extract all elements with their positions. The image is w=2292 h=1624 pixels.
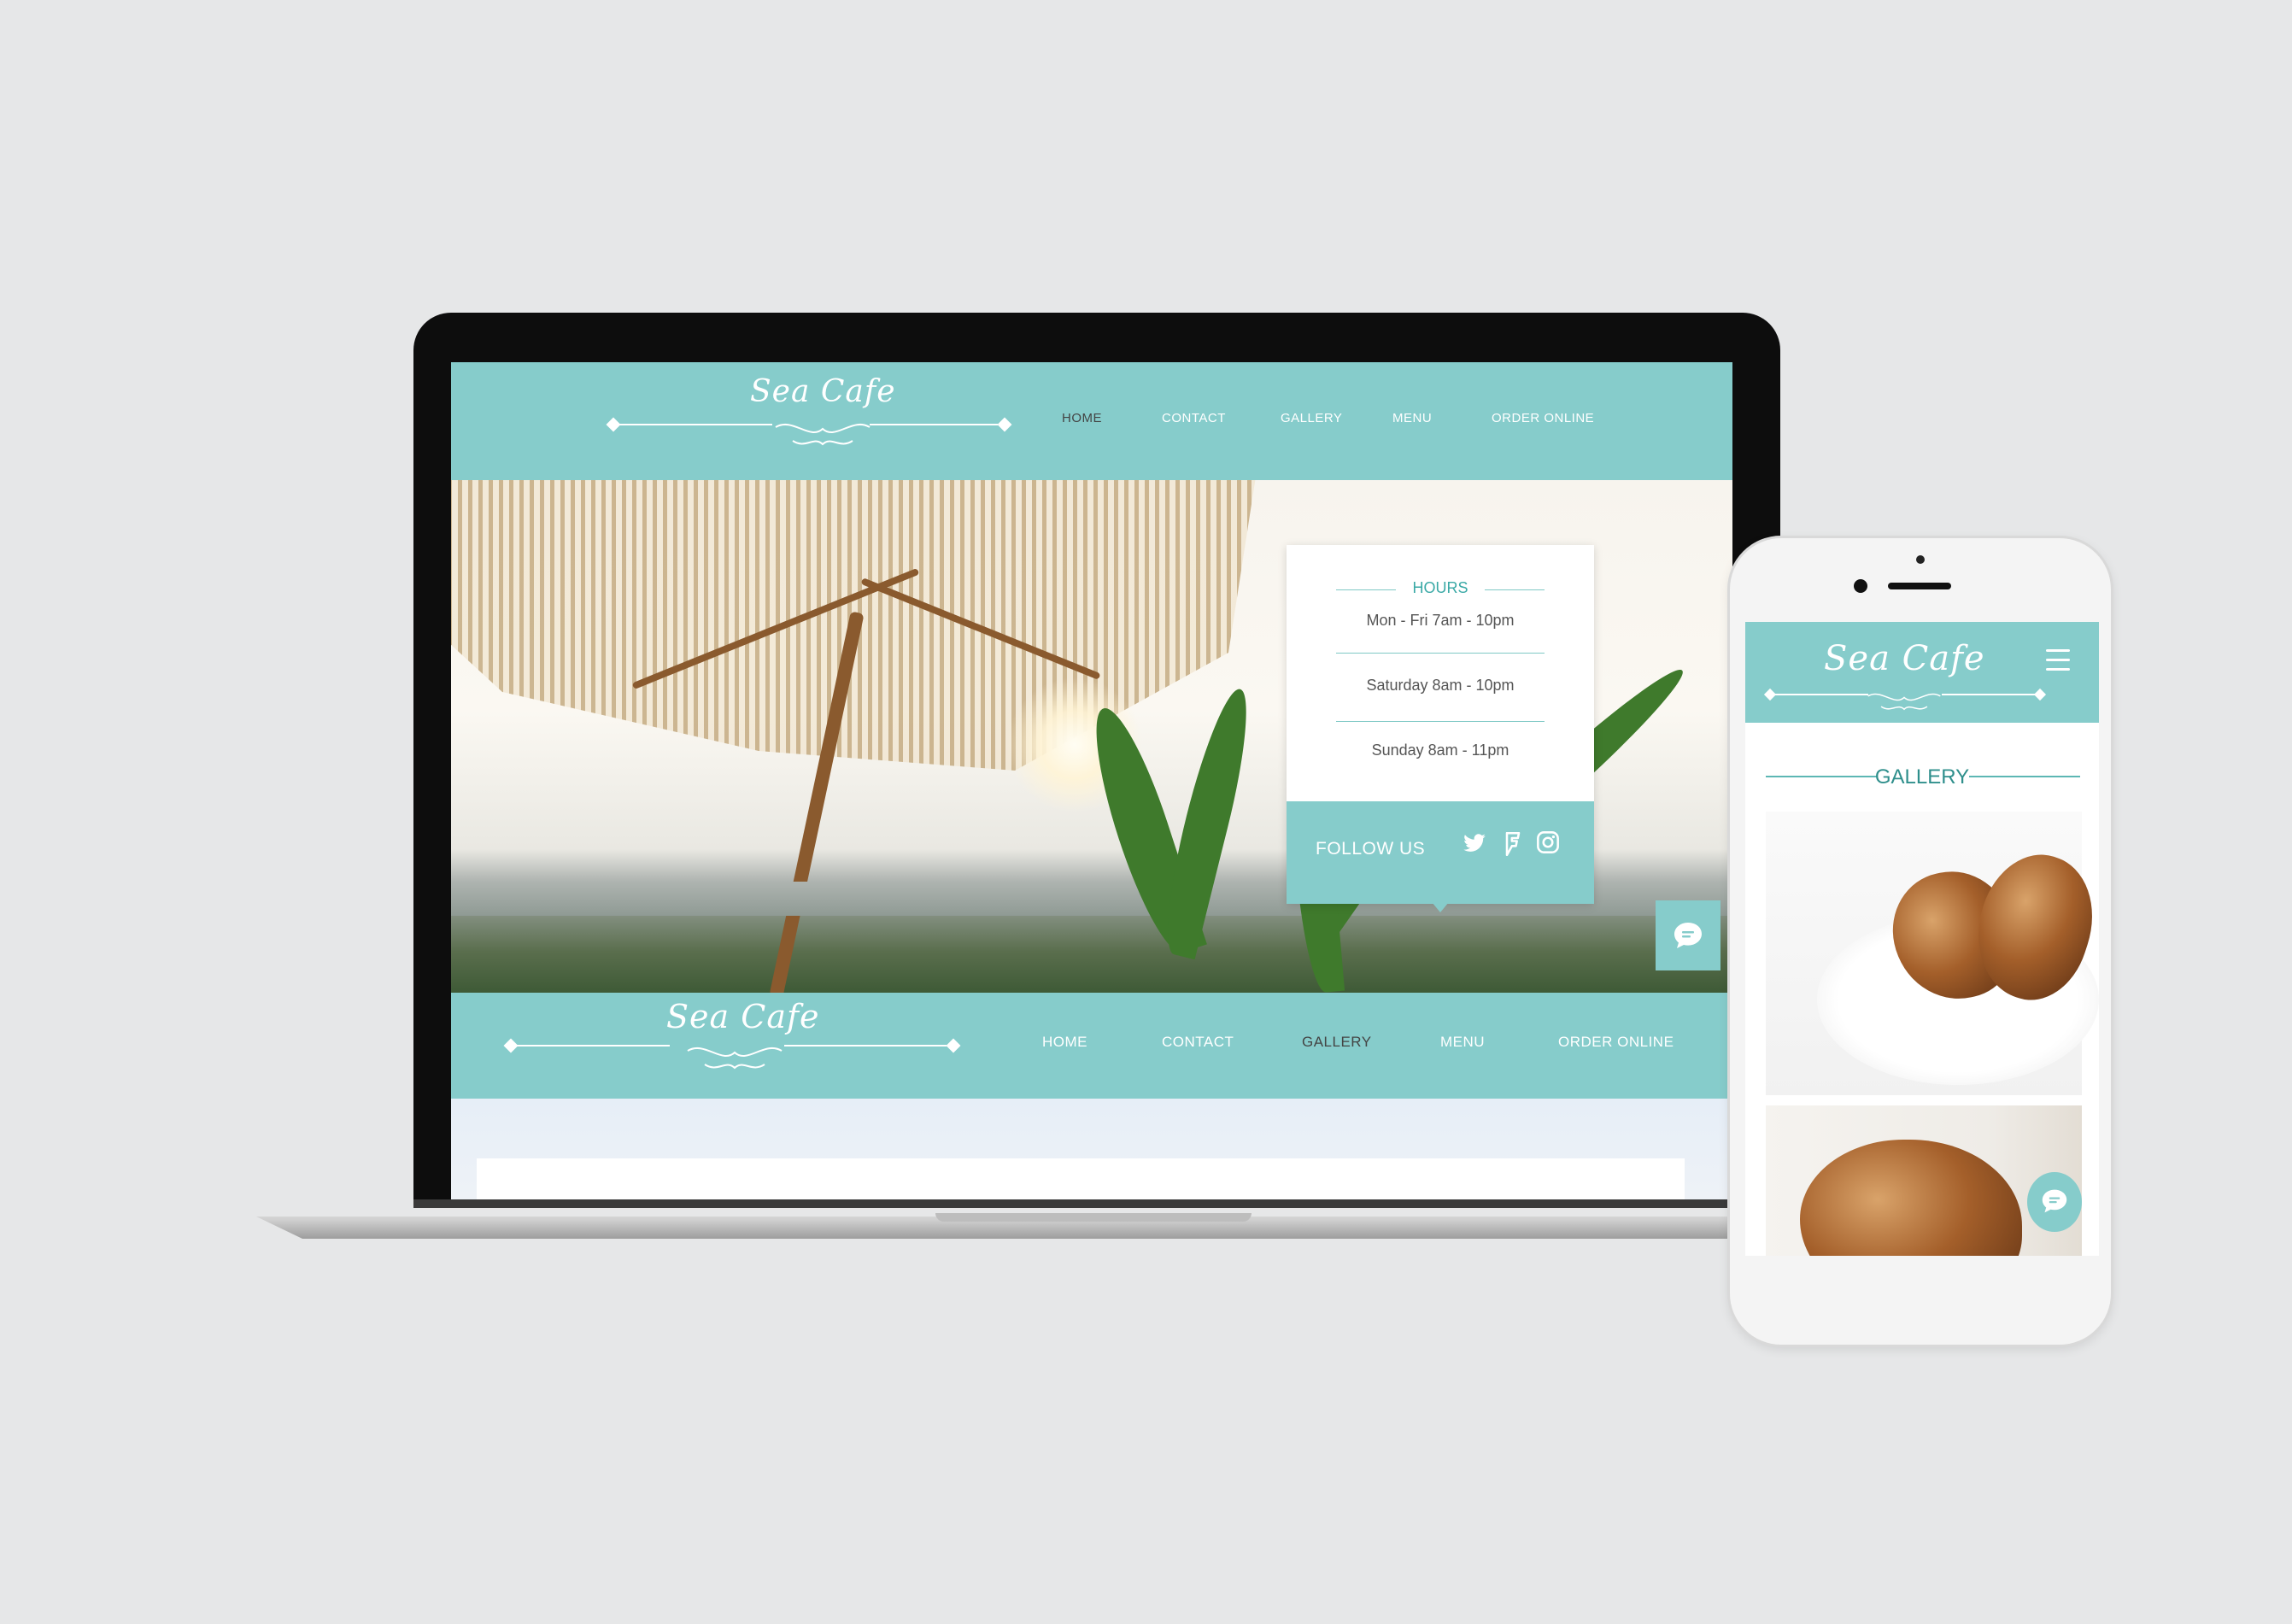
follow-us-label: FOLLOW US [1316, 839, 1426, 859]
laptop-hinge [413, 1199, 1780, 1208]
sticky-nav-home[interactable]: HOME [1042, 1034, 1087, 1051]
chat-bubble-icon [1674, 923, 1702, 948]
follow-bar-pointer [1432, 902, 1449, 912]
flourish-ornament [1867, 693, 1941, 711]
hours-divider [1336, 721, 1545, 722]
palm-leaf [1153, 683, 1261, 960]
mobile-website: Sea Cafe GALLERY [1745, 622, 2099, 1256]
laptop-base [256, 1217, 1794, 1239]
hours-card: HOURS Mon - Fri 7am - 10pm Saturday 8am … [1287, 545, 1594, 912]
chat-bubble-icon [2042, 1189, 2067, 1213]
hours-rule-right [1485, 589, 1545, 590]
nav-home[interactable]: HOME [1062, 411, 1102, 425]
nav-menu[interactable]: MENU [1392, 411, 1432, 425]
sticky-nav-gallery[interactable]: GALLERY [1302, 1034, 1372, 1051]
phone-speaker [1888, 583, 1951, 589]
flourish-left-line [618, 424, 772, 425]
site-logo[interactable]: Sea Cafe [750, 374, 896, 409]
hours-weekdays: Mon - Fri 7am - 10pm [1366, 612, 1515, 629]
content-card [477, 1158, 1685, 1199]
flourish-left-line [516, 1045, 670, 1047]
twitter-icon[interactable] [1463, 834, 1486, 854]
sticky-logo[interactable]: Sea Cafe [666, 998, 820, 1035]
laptop-notch [935, 1213, 1252, 1222]
gallery-title: GALLERY [1874, 765, 1970, 789]
hours-sunday: Sunday 8am - 11pm [1371, 742, 1509, 759]
flourish-right-end [2033, 688, 2047, 701]
foursquare-icon[interactable] [1504, 832, 1522, 856]
sticky-nav-menu[interactable]: MENU [1440, 1034, 1485, 1051]
flourish-right-line [1942, 694, 2036, 695]
nav-contact[interactable]: CONTACT [1162, 411, 1226, 425]
sticky-nav-order-online[interactable]: ORDER ONLINE [1558, 1034, 1674, 1051]
mobile-header: Sea Cafe [1745, 622, 2099, 723]
site-header: Sea Cafe HOME CONTACT GALLERY MENU ORDER… [451, 362, 1732, 480]
sticky-header: Sea Cafe HOME CONTACT GALLERY MENU ORDER… [451, 993, 1732, 1099]
flourish-right-end [997, 417, 1012, 432]
nav-order-online[interactable]: ORDER ONLINE [1492, 411, 1594, 425]
nav-gallery[interactable]: GALLERY [1281, 411, 1342, 425]
flourish-ornament [775, 424, 870, 446]
follow-us-bar: FOLLOW US [1287, 801, 1594, 912]
flourish-ornament [687, 1047, 783, 1070]
sticky-nav-contact[interactable]: CONTACT [1162, 1034, 1234, 1051]
hours-saturday: Saturday 8am - 10pm [1366, 677, 1515, 694]
flourish-left-line [1774, 694, 1868, 695]
chat-button[interactable] [1656, 900, 1720, 970]
flourish-right-line [870, 424, 998, 425]
flourish-right-line [784, 1045, 947, 1047]
hours-title: HOURS [1412, 579, 1468, 596]
hours-divider [1336, 653, 1545, 654]
desktop-website: Sea Cafe HOME CONTACT GALLERY MENU ORDER… [451, 362, 1732, 1199]
phone-sensor [1916, 555, 1925, 564]
pastry [1800, 1140, 2022, 1256]
gallery-rule-right [1969, 776, 2080, 777]
flourish-right-end [946, 1038, 961, 1053]
hamburger-icon[interactable] [2046, 649, 2070, 675]
mobile-logo[interactable]: Sea Cafe [1824, 639, 1985, 678]
instagram-icon[interactable] [1536, 830, 1560, 854]
gallery-image[interactable] [1766, 812, 2099, 1095]
phone-camera [1854, 579, 1867, 593]
mobile-chat-button[interactable] [2027, 1172, 2082, 1232]
